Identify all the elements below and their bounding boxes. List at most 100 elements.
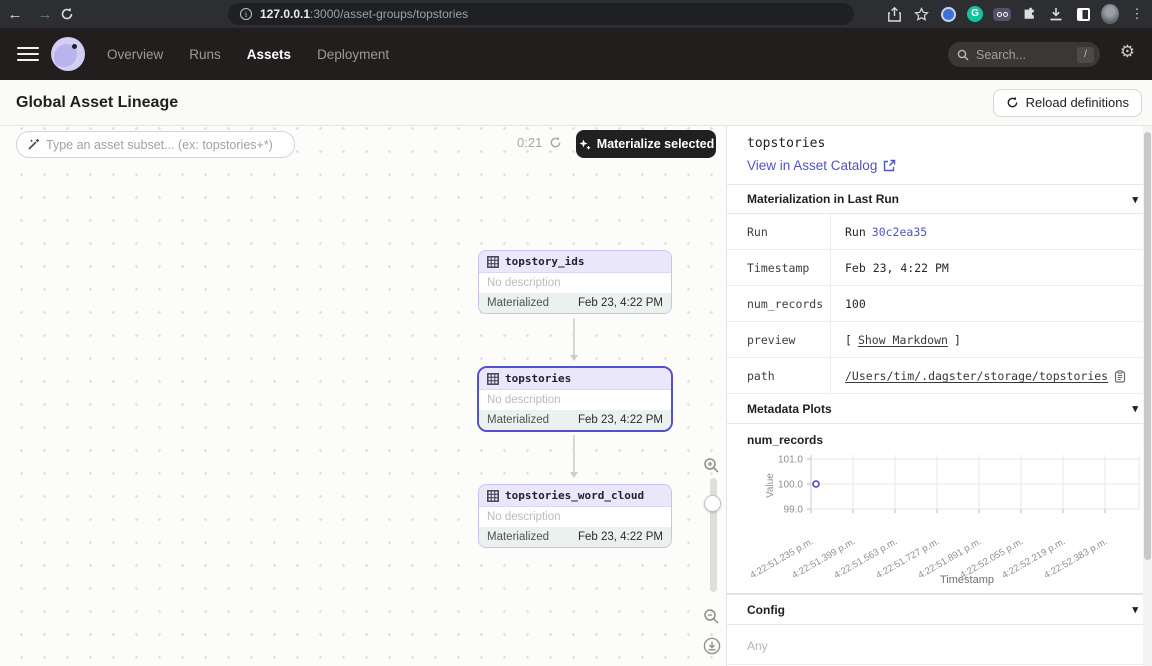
config-value: Any: [727, 625, 1152, 665]
row-value: [Show Markdown]: [831, 322, 1152, 357]
downloads-icon[interactable]: [1047, 5, 1065, 23]
table-row: path/Users/tim/.dagster/storage/topstori…: [727, 358, 1152, 394]
profile-avatar[interactable]: [1101, 5, 1119, 23]
wand-icon: [27, 138, 40, 151]
section-config[interactable]: Config ▾: [727, 595, 1152, 625]
node-description: No description: [479, 273, 671, 293]
browser-back-icon[interactable]: ←: [0, 6, 30, 23]
address-bar[interactable]: i 127.0.0.1:3000/asset-groups/topstories: [228, 3, 854, 25]
timer-refresh-icon[interactable]: [549, 136, 562, 149]
refresh-timer: 0:21: [517, 135, 562, 150]
table-icon: [487, 373, 499, 385]
asset-node-topstories[interactable]: topstories No description Materialized F…: [477, 366, 673, 432]
asset-node-topstories-word-cloud[interactable]: topstories_word_cloud No description Mat…: [478, 484, 672, 548]
svg-text:99.0: 99.0: [784, 505, 804, 516]
chevron-down-icon: ▾: [1132, 402, 1138, 415]
row-key: num_records: [727, 286, 831, 321]
filter-placeholder: Type an asset subset... (ex: topstories+…: [46, 138, 273, 152]
node-status-row: Materialized Feb 23, 4:22 PM: [479, 527, 671, 547]
num-records-chart: 101.0100.099.04:22:51.235 p.m.4:22:51.39…: [727, 447, 1152, 593]
asset-graph[interactable]: Type an asset subset... (ex: topstories+…: [0, 126, 726, 666]
site-info-icon[interactable]: i: [240, 8, 252, 20]
sidepanel-icon[interactable]: [1074, 5, 1092, 23]
table-icon: [487, 256, 499, 268]
copy-icon[interactable]: [1114, 370, 1126, 383]
search-placeholder: Search...: [976, 48, 1026, 62]
view-in-asset-catalog-link[interactable]: View in Asset Catalog: [747, 158, 1132, 173]
page-header: Global Asset Lineage Reload definitions: [0, 80, 1152, 126]
chevron-down-icon: ▾: [1132, 603, 1138, 616]
search-icon: [957, 49, 969, 61]
fit-view-icon[interactable]: [703, 637, 721, 655]
nav-tab-runs[interactable]: Runs: [189, 47, 221, 62]
chevron-down-icon: ▾: [1132, 193, 1138, 206]
browser-menu-icon[interactable]: ⋮: [1128, 5, 1146, 23]
row-link[interactable]: Show Markdown: [858, 333, 948, 347]
row-key: preview: [727, 322, 831, 357]
plot-title: num_records: [727, 424, 1152, 447]
svg-text:100.0: 100.0: [778, 480, 803, 491]
row-key: Timestamp: [727, 250, 831, 285]
svg-text:101.0: 101.0: [778, 455, 803, 466]
share-icon[interactable]: [885, 5, 903, 23]
row-link[interactable]: /Users/tim/.dagster/storage/topstories: [845, 369, 1108, 383]
edge-topstory_ids-to-topstories: [573, 318, 575, 360]
sparkle-icon: [578, 138, 591, 151]
row-value: /Users/tim/.dagster/storage/topstories: [831, 358, 1152, 393]
asset-details-panel: topstories View in Asset Catalog Materia…: [726, 126, 1152, 666]
bookmark-star-icon[interactable]: [912, 5, 930, 23]
row-value: Feb 23, 4:22 PM: [831, 250, 1152, 285]
row-link[interactable]: 30c2ea35: [872, 225, 927, 239]
browser-actions: G ⋮: [885, 0, 1146, 28]
asset-node-topstory-ids[interactable]: topstory_ids No description Materialized…: [478, 250, 672, 314]
extensions-puzzle-icon[interactable]: [1020, 5, 1038, 23]
browser-toolbar: ← → i 127.0.0.1:3000/asset-groups/topsto…: [0, 0, 1152, 28]
nav-tab-deployment[interactable]: Deployment: [317, 47, 389, 62]
materialize-selected-button[interactable]: Materialize selected: [576, 130, 716, 158]
nav-tab-assets[interactable]: Assets: [247, 47, 291, 62]
global-search-input[interactable]: Search... /: [948, 42, 1100, 67]
browser-reload-icon[interactable]: [60, 7, 90, 21]
search-shortcut-badge: /: [1077, 47, 1094, 63]
table-icon: [487, 490, 499, 502]
hamburger-menu-icon[interactable]: [17, 43, 39, 65]
zoom-out-icon[interactable]: [703, 608, 720, 625]
zoom-slider-handle[interactable]: [704, 495, 721, 512]
row-key: Run: [727, 214, 831, 249]
main-content: Type an asset subset... (ex: topstories+…: [0, 126, 1152, 666]
asset-name: topstories: [747, 136, 1132, 151]
app-root: ← → i 127.0.0.1:3000/asset-groups/topsto…: [0, 0, 1152, 666]
edge-topstories-to-word-cloud: [573, 435, 575, 477]
row-value: Run 30c2ea35: [831, 214, 1152, 249]
dagster-logo[interactable]: [51, 37, 85, 71]
app-navbar: Overview Runs Assets Deployment Search..…: [0, 28, 1152, 80]
extension-grammarly-icon[interactable]: G: [966, 5, 984, 23]
svg-text:Value: Value: [765, 473, 776, 498]
node-description: No description: [479, 390, 671, 410]
section-metadata-plots[interactable]: Metadata Plots ▾: [727, 394, 1152, 424]
asset-filter-input[interactable]: Type an asset subset... (ex: topstories+…: [16, 131, 295, 158]
table-row: RunRun 30c2ea35: [727, 214, 1152, 250]
table-row: preview[Show Markdown]: [727, 322, 1152, 358]
reload-definitions-button[interactable]: Reload definitions: [993, 89, 1142, 117]
svg-text:Timestamp: Timestamp: [940, 574, 994, 586]
page-title: Global Asset Lineage: [16, 94, 178, 112]
node-status-row: Materialized Feb 23, 4:22 PM: [479, 293, 671, 313]
extension-1password-icon[interactable]: [939, 5, 957, 23]
external-link-icon: [883, 159, 896, 172]
section-materialization[interactable]: Materialization in Last Run ▾: [727, 184, 1152, 214]
refresh-icon: [1006, 96, 1019, 109]
browser-forward-icon[interactable]: →: [30, 6, 60, 23]
settings-gear-icon[interactable]: ⚙: [1120, 42, 1135, 62]
table-row: num_records100: [727, 286, 1152, 322]
url-text: 127.0.0.1:3000/asset-groups/topstories: [260, 7, 468, 21]
row-value: 100: [831, 286, 1152, 321]
nav-tab-overview[interactable]: Overview: [107, 47, 163, 62]
node-status-row: Materialized Feb 23, 4:22 PM: [479, 410, 671, 430]
panel-scrollbar-thumb[interactable]: [1144, 132, 1151, 560]
materialization-table: RunRun 30c2ea35TimestampFeb 23, 4:22 PMn…: [727, 214, 1152, 394]
table-row: TimestampFeb 23, 4:22 PM: [727, 250, 1152, 286]
extension-goggles-icon[interactable]: [993, 5, 1011, 23]
zoom-in-icon[interactable]: [703, 457, 720, 474]
nav-tabs: Overview Runs Assets Deployment: [107, 47, 389, 62]
